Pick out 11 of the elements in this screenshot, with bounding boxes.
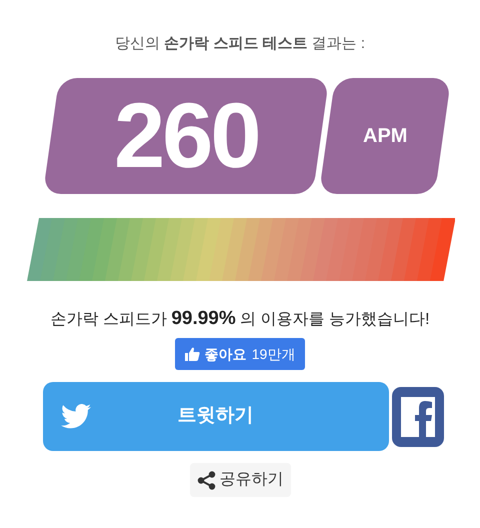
headline: 당신의 손가락 스피드 테스트 결과는 : [114, 34, 366, 54]
like-button[interactable]: 좋아요 19만개 [174, 338, 306, 370]
facebook-icon[interactable] [392, 386, 444, 446]
share-icon [196, 470, 216, 490]
unit-label: APM [362, 124, 408, 149]
result-sentence: 손가락 스피드가 99.99% 의 이용자를 능가했습니다! [50, 308, 430, 330]
score-value: 260 [114, 90, 258, 182]
share-button[interactable]: 공유하기 [190, 463, 290, 497]
bird-icon [60, 404, 90, 429]
thumbs-up-icon [184, 347, 200, 361]
tweet-button[interactable]: 트윗하기 [42, 382, 388, 451]
